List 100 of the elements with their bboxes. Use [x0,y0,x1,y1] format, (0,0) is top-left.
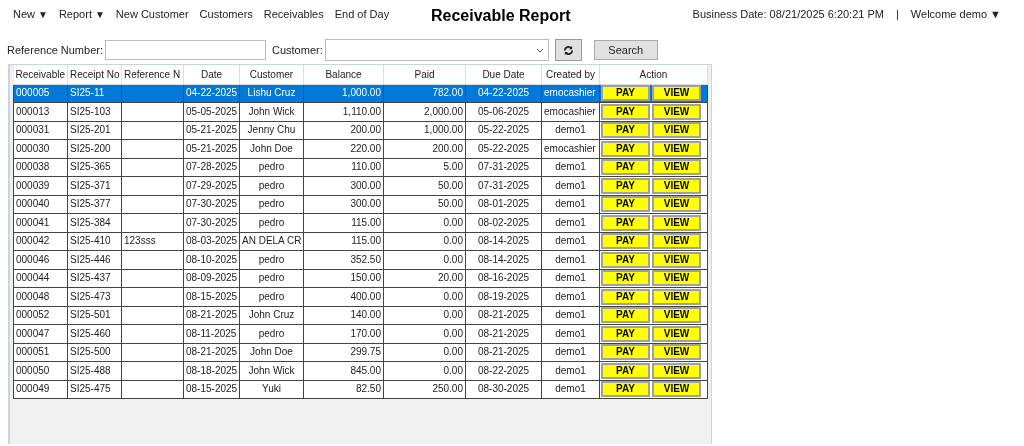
pay-button[interactable]: PAY [601,177,650,194]
table-cell: Lishu Cruz [247,87,296,99]
table-cell: 08-15-2025 [186,290,238,302]
reference-number-field[interactable] [105,40,266,60]
table-cell: 04-22-2025 [477,87,530,99]
table-cell: 50.00 [437,179,463,191]
view-button[interactable]: VIEW [652,122,701,139]
pay-button[interactable]: PAY [601,362,650,379]
table-cell: 0.00 [443,327,463,339]
view-button[interactable]: VIEW [652,381,701,398]
table-cell: 07-29-2025 [186,179,238,191]
menu-dropdown[interactable]: New ▼ [13,5,48,23]
table-cell: 08-11-2025 [186,327,237,339]
table-cell: demo1 [555,272,586,284]
table-cell: 0.00 [443,364,463,376]
nav-link[interactable]: Customers [199,5,253,23]
view-button[interactable]: VIEW [652,177,701,194]
table-cell: demo1 [555,179,586,191]
view-button[interactable]: VIEW [652,344,701,361]
view-button[interactable]: VIEW [652,85,701,102]
pay-button[interactable]: PAY [601,85,650,102]
view-button[interactable]: VIEW [652,214,701,231]
pay-button[interactable]: PAY [601,122,650,139]
view-button[interactable]: VIEW [652,233,701,250]
table-cell: SI25-473 [70,290,111,302]
table-cell: 200.00 [350,124,381,136]
pay-button[interactable]: PAY [601,140,650,157]
view-button[interactable]: VIEW [652,251,701,268]
view-button[interactable]: VIEW [652,103,701,120]
refresh-button[interactable] [554,39,582,61]
table-cell: 0.00 [443,216,463,228]
pay-button[interactable]: PAY [601,325,650,342]
view-button[interactable]: VIEW [652,270,701,287]
view-button[interactable]: VIEW [652,288,701,305]
view-button[interactable]: VIEW [652,140,701,157]
table-cell: demo1 [555,346,586,358]
pay-button[interactable]: PAY [601,381,650,398]
table-cell: 08-14-2025 [477,253,530,265]
table-cell: pedro [258,179,285,191]
view-button[interactable]: VIEW [652,307,701,324]
table-cell: emocashier [544,105,596,117]
user-menu[interactable]: Welcome demo ▼ [910,5,1001,23]
pay-button[interactable]: PAY [601,233,650,250]
table-cell: pedro [258,198,285,210]
pay-button[interactable]: PAY [601,159,650,176]
table-cell: 150.00 [350,272,381,284]
separator: | [894,6,900,22]
table-cell: pedro [258,290,285,302]
pay-button[interactable]: PAY [601,196,650,213]
table-cell: 08-21-2025 [186,309,238,321]
table-cell: 07-28-2025 [186,161,238,173]
table-cell: Yuki [262,383,281,395]
table-cell: demo1 [555,309,586,321]
table-cell: 000013 [16,105,50,117]
nav-link[interactable]: End of Day [334,5,390,23]
pay-button[interactable]: PAY [601,307,650,324]
column-header: Created by [541,65,600,84]
nav-link[interactable]: New Customer [115,5,189,23]
table-cell: SI25-410 [70,235,111,247]
table-cell: SI25-500 [70,346,111,358]
pay-button[interactable]: PAY [601,251,650,268]
page-title: Receivable Report [431,6,571,26]
table-cell: 1,110.00 [342,105,381,117]
table-cell: SI25-460 [70,327,111,339]
table-cell: 000050 [16,364,50,376]
table-cell: John Wick [248,105,295,117]
view-button[interactable]: VIEW [652,196,701,213]
table-cell: 08-19-2025 [477,290,530,302]
column-header: Date [183,65,240,84]
nav-link[interactable]: Receivables [263,5,324,23]
view-button[interactable]: VIEW [652,159,701,176]
pay-button[interactable]: PAY [601,103,650,120]
pay-button[interactable]: PAY [601,270,650,287]
table-cell: 05-06-2025 [477,105,530,117]
table-cell: 000048 [16,290,50,302]
table-cell: SI25-11 [70,87,105,99]
table-cell: 0.00 [443,309,463,321]
view-button[interactable]: VIEW [652,362,701,379]
table-cell: pedro [258,253,285,265]
menu-dropdown[interactable]: Report ▼ [58,5,105,23]
table-cell: 20.00 [437,272,463,284]
view-button[interactable]: VIEW [652,325,701,342]
column-header: Reference N [121,65,184,84]
table-cell: 000038 [16,161,50,173]
table-cell: SI25-200 [70,142,111,154]
customer-dropdown[interactable] [324,39,549,61]
pay-button[interactable]: PAY [601,344,650,361]
pay-button[interactable]: PAY [601,214,650,231]
table-cell: AN DELA CR [242,235,302,247]
table-cell: SI25-488 [70,364,111,376]
table-cell: 50.00 [437,198,463,210]
table-cell: 115.00 [351,216,381,228]
column-header: Customer [239,65,304,84]
table-cell: demo1 [555,364,586,376]
search-button[interactable]: Search [593,40,658,60]
table-cell: 000030 [16,142,50,154]
pay-button[interactable]: PAY [601,288,650,305]
column-header: Paid [383,65,466,84]
chevron-icon [535,47,544,53]
table-cell: 08-01-2025 [477,198,530,210]
